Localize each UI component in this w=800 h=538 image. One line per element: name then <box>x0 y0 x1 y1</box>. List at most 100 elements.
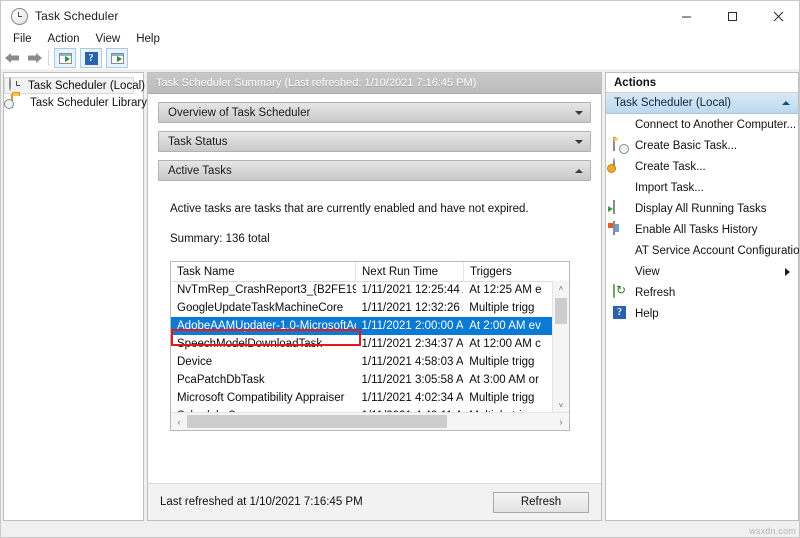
table-horizontal-scrollbar[interactable]: ‹ › <box>171 412 569 430</box>
horizontal-scroll-track[interactable] <box>187 415 553 428</box>
action-label: Enable All Tasks History <box>635 224 758 236</box>
scroll-left-arrow-icon[interactable]: ‹ <box>171 417 187 427</box>
vertical-scroll-thumb[interactable] <box>555 298 567 324</box>
body-area: Task Scheduler (Local) › Task Scheduler … <box>1 69 800 538</box>
action-enable-all-tasks-history[interactable]: Enable All Tasks History <box>606 219 798 240</box>
table-row[interactable]: SpeechModelDownloadTask 1/11/2021 2:34:3… <box>171 335 553 353</box>
column-header-next-run-time[interactable]: Next Run Time <box>356 262 464 281</box>
collapsible-sections: Overview of Task Scheduler Task Status A… <box>148 94 601 181</box>
refresh-button[interactable]: Refresh <box>493 492 589 513</box>
summary-header: Task Scheduler Summary (Last refreshed: … <box>148 73 601 94</box>
cell-triggers: Multiple trigg <box>463 302 553 314</box>
cell-next-run-time: 1/11/2021 2:34:37 AM <box>356 338 464 350</box>
cell-next-run-time: 1/11/2021 4:58:03 AM <box>356 356 464 368</box>
section-overview-of-task-scheduler[interactable]: Overview of Task Scheduler <box>158 102 591 123</box>
action-label: AT Service Account Configuration <box>635 245 800 257</box>
table-row[interactable]: NvTmRep_CrashReport3_{B2FE1952-0186-46C.… <box>171 281 553 299</box>
cell-task-name: Microsoft Compatibility Appraiser <box>171 392 356 404</box>
action-display-all-running-tasks[interactable]: Display All Running Tasks <box>606 198 798 219</box>
last-refreshed-text: Last refreshed at 1/10/2021 7:16:45 PM <box>160 496 363 508</box>
actions-group-label: Task Scheduler (Local) <box>614 97 731 109</box>
active-tasks-body: Active tasks are tasks that are currentl… <box>148 189 601 431</box>
column-header-task-name[interactable]: Task Name <box>171 262 356 281</box>
submenu-arrow-icon <box>785 268 790 276</box>
action-label: Create Basic Task... <box>635 140 737 152</box>
action-at-service-account-configuration[interactable]: AT Service Account Configuration <box>606 240 798 261</box>
section-label: Active Tasks <box>168 165 232 177</box>
watermark: wsxdn.com <box>749 526 796 536</box>
chevron-up-icon[interactable] <box>575 169 583 173</box>
active-tasks-description: Active tasks are tasks that are currentl… <box>170 203 591 215</box>
tree-item-task-scheduler-library[interactable]: › Task Scheduler Library <box>4 94 143 111</box>
minimize-button[interactable] <box>663 1 709 31</box>
chevron-down-icon[interactable] <box>575 140 583 144</box>
menu-action[interactable]: Action <box>40 31 88 47</box>
cell-task-name: PcaPatchDbTask <box>171 374 356 386</box>
clock-icon <box>9 78 24 93</box>
back-arrow-icon[interactable] <box>1 48 23 68</box>
cell-triggers: At 3:00 AM or <box>463 374 553 386</box>
action-label: Display All Running Tasks <box>635 203 766 215</box>
table-row[interactable]: PcaPatchDbTask 1/11/2021 3:05:58 AM At 3… <box>171 371 553 389</box>
horizontal-scroll-thumb[interactable] <box>187 415 447 428</box>
table-header-row: Task Name Next Run Time Triggers <box>171 262 569 282</box>
cell-next-run-time: 1/11/2021 2:00:00 AM <box>356 320 464 332</box>
task-scheduler-window: Task Scheduler File Action View Help <box>0 0 800 538</box>
scroll-up-arrow-icon[interactable]: ˄ <box>553 281 569 296</box>
active-tasks-summary: Summary: 136 total <box>170 233 591 245</box>
section-active-tasks[interactable]: Active Tasks <box>158 160 591 181</box>
cell-task-name: Device <box>171 356 356 368</box>
show-console-tree-icon[interactable] <box>54 48 76 68</box>
cell-next-run-time: 1/11/2021 12:25:44 AM <box>356 284 464 296</box>
actions-group-header[interactable]: Task Scheduler (Local) <box>606 93 798 114</box>
cell-next-run-time: 1/11/2021 12:32:26 AM <box>356 302 464 314</box>
window-title: Task Scheduler <box>35 9 118 23</box>
forward-arrow-icon[interactable] <box>23 48 45 68</box>
maximize-button[interactable] <box>709 1 755 31</box>
action-view[interactable]: View <box>606 261 798 282</box>
action-import-task[interactable]: Import Task... <box>606 177 798 198</box>
action-create-basic-task[interactable]: Create Basic Task... <box>606 135 798 156</box>
section-label: Overview of Task Scheduler <box>168 107 310 119</box>
cell-triggers: At 12:00 AM c <box>463 338 553 350</box>
menu-file[interactable]: File <box>5 31 40 47</box>
column-header-triggers[interactable]: Triggers <box>464 262 554 281</box>
table-vertical-scrollbar[interactable]: ˄ ˅ <box>552 281 569 413</box>
action-help[interactable]: ? Help <box>606 303 798 324</box>
display-running-tasks-icon <box>613 201 629 217</box>
scroll-right-arrow-icon[interactable]: › <box>553 417 569 427</box>
menu-help[interactable]: Help <box>128 31 168 47</box>
chevron-down-icon[interactable] <box>575 111 583 115</box>
summary-status-bar: Last refreshed at 1/10/2021 7:16:45 PM R… <box>148 483 601 520</box>
help-icon[interactable]: ? <box>80 48 102 68</box>
table-row[interactable]: Device 1/11/2021 4:58:03 AM Multiple tri… <box>171 353 553 371</box>
active-tasks-table: Task Name Next Run Time Triggers NvTmRep… <box>170 261 570 431</box>
action-connect-to-another-computer[interactable]: Connect to Another Computer... <box>606 114 798 135</box>
refresh-icon <box>613 285 629 301</box>
enable-history-icon <box>613 222 629 238</box>
cell-task-name: SpeechModelDownloadTask <box>171 338 356 350</box>
cell-triggers: At 2:00 AM ev <box>463 320 553 332</box>
console-tree-pane: Task Scheduler (Local) › Task Scheduler … <box>3 72 144 521</box>
action-label: Help <box>635 308 659 320</box>
close-button[interactable] <box>755 1 800 31</box>
table-row-selected[interactable]: AdobeAAMUpdater-1.0-MicrosoftAccount-pi.… <box>171 317 553 335</box>
section-task-status[interactable]: Task Status <box>158 131 591 152</box>
menu-view[interactable]: View <box>88 31 129 47</box>
cell-task-name: GoogleUpdateTaskMachineCore <box>171 302 356 314</box>
chevron-up-icon[interactable] <box>782 101 790 105</box>
tree-item-label: Task Scheduler Library <box>30 97 147 109</box>
action-create-task[interactable]: Create Task... <box>606 156 798 177</box>
create-task-icon <box>613 159 629 175</box>
table-row[interactable]: GoogleUpdateTaskMachineCore 1/11/2021 12… <box>171 299 553 317</box>
scroll-down-arrow-icon[interactable]: ˅ <box>553 398 569 413</box>
show-action-pane-icon[interactable] <box>106 48 128 68</box>
table-row[interactable]: Microsoft Compatibility Appraiser 1/11/2… <box>171 389 553 407</box>
toolbar: ? <box>1 47 800 70</box>
tree-item-label: Task Scheduler (Local) <box>28 80 145 92</box>
action-label: Import Task... <box>635 182 704 194</box>
action-label: Create Task... <box>635 161 706 173</box>
action-refresh[interactable]: Refresh <box>606 282 798 303</box>
help-icon: ? <box>613 306 629 322</box>
tree-item-task-scheduler-local[interactable]: Task Scheduler (Local) <box>4 77 134 94</box>
